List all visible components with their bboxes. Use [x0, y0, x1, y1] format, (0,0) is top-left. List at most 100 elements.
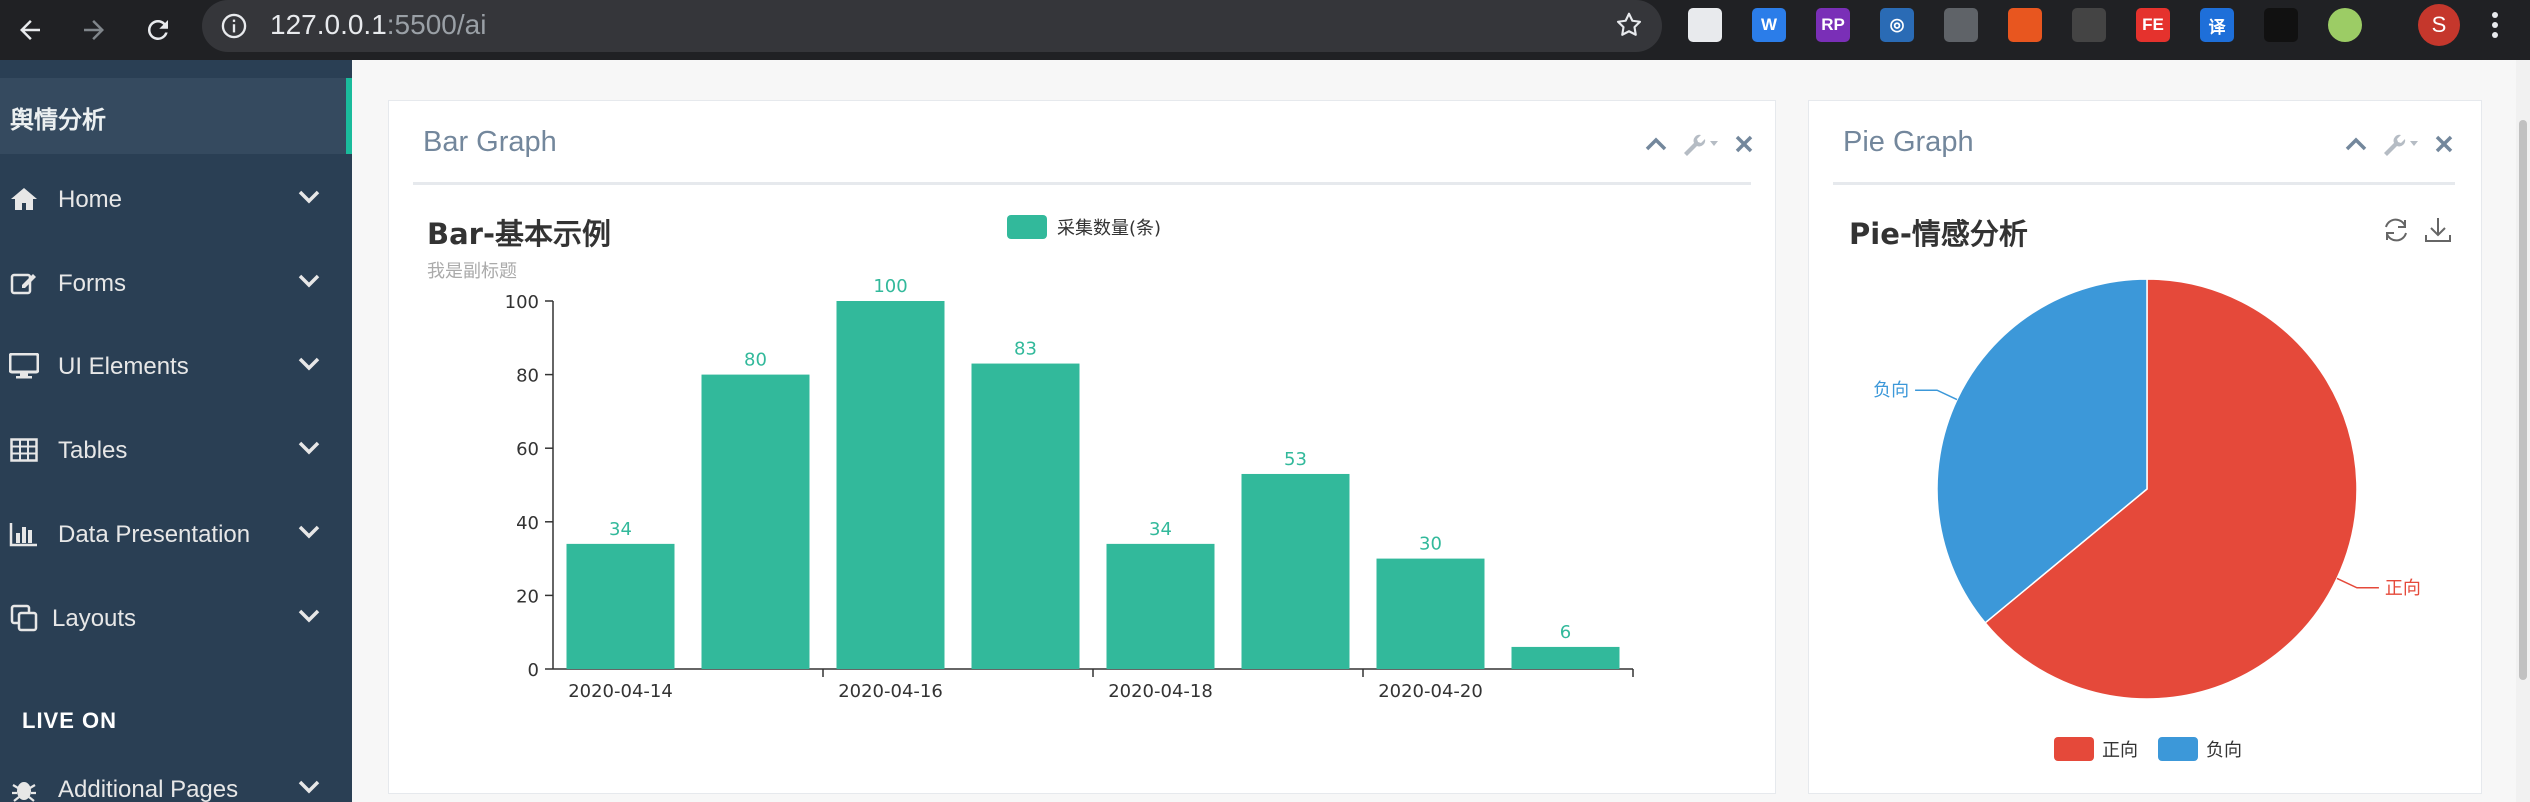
scrollbar-thumb[interactable] — [2519, 120, 2527, 680]
clone-icon — [8, 603, 40, 633]
panel-header: Bar Graph — [413, 101, 1753, 185]
x-tick-label: 2020-04-18 — [1108, 681, 1213, 702]
legend-label: 正向 — [2102, 740, 2138, 761]
sidebar-item-forms[interactable]: Forms — [0, 244, 352, 324]
brand-title: 舆情分析 — [10, 106, 106, 134]
translate-extension-icon[interactable]: 译 — [2200, 8, 2234, 42]
sidebar-brand[interactable]: 舆情分析 — [0, 78, 352, 154]
info-icon[interactable] — [220, 12, 248, 45]
close-icon — [2435, 135, 2453, 153]
back-button[interactable] — [6, 6, 54, 54]
tool-extension-icon[interactable] — [1944, 8, 1978, 42]
main-content: Bar Graph Bar-基本示例 我是副标题 采集数量(条) 0 20 40 60 8… — [352, 60, 2530, 802]
pie-label-line — [1915, 389, 1958, 401]
swirl-extension-icon[interactable] — [2008, 8, 2042, 42]
chart-legend[interactable]: 采集数量(条) — [1007, 215, 1161, 239]
pie-graph-panel: Pie Graph Pie-情感分析 正向 负向 正向 负向 — [1808, 100, 2482, 794]
pie-slice[interactable] — [1984, 278, 2358, 700]
chevron-down-icon — [298, 780, 320, 794]
sidebar-item-label: Layouts — [52, 605, 137, 632]
y-tick-label: 0 — [528, 660, 539, 681]
sidebar: 舆情分析 Home Forms UI Elements Tables Data — [0, 60, 352, 802]
reload-button[interactable] — [134, 6, 182, 54]
close-button[interactable] — [2429, 129, 2459, 159]
bar-chart: 采集数量(条) 0 20 40 60 80 100 2020-04-14 2020-04-16 2… — [505, 215, 1634, 702]
pie-slice-label: 负向 — [1873, 380, 1909, 401]
chevron-down-icon — [298, 274, 320, 288]
camera-extension-icon[interactable]: ◎ — [1880, 8, 1914, 42]
bar[interactable] — [836, 301, 945, 669]
pie-chart: 正向负向正向 负向 — [1873, 278, 2421, 761]
y-tick-label: 80 — [516, 366, 539, 387]
profile-avatar[interactable]: S — [2418, 4, 2460, 46]
sidebar-item-home[interactable]: Home — [0, 160, 352, 240]
chevron-down-icon — [298, 190, 320, 204]
glasses-extension-icon[interactable] — [2264, 8, 2298, 42]
bookmark-star-icon[interactable] — [1614, 10, 1644, 45]
menu-kebab-icon[interactable] — [2490, 8, 2500, 42]
settings-dropdown-button[interactable] — [1679, 129, 1723, 159]
pie-slice[interactable] — [1936, 278, 2148, 624]
sidebar-item-additional-pages[interactable]: Additional Pages — [0, 750, 352, 802]
bar[interactable] — [566, 543, 675, 669]
address-bar[interactable]: 127.0.0.1:5500/ai — [202, 0, 1662, 52]
bar-value-label: 80 — [744, 350, 767, 371]
bar-value-label: 100 — [873, 276, 907, 297]
close-button[interactable] — [1729, 129, 1759, 159]
bar-graph-panel: Bar Graph Bar-基本示例 我是副标题 采集数量(条) 0 20 40 60 8… — [388, 100, 1776, 794]
bug-icon — [8, 774, 40, 802]
bar[interactable] — [971, 363, 1080, 669]
restore-button[interactable] — [2381, 215, 2411, 245]
sidebar-item-label: Additional Pages — [58, 776, 239, 802]
sidebar-item-ui-elements[interactable]: UI Elements — [0, 327, 352, 407]
bar[interactable] — [1511, 646, 1620, 669]
y-tick-label: 100 — [505, 292, 539, 313]
wrench-icon — [1684, 134, 1718, 156]
bar[interactable] — [1376, 558, 1485, 669]
chevron-down-icon — [298, 525, 320, 539]
pie-slice-label: 正向 — [2385, 578, 2421, 599]
forward-button[interactable] — [70, 6, 118, 54]
sidebar-item-label: Home — [58, 186, 123, 213]
legend-label: 负向 — [2206, 740, 2242, 761]
green-dot-extension-icon[interactable] — [2328, 8, 2362, 42]
w-extension-icon[interactable]: W — [1752, 8, 1786, 42]
settings-dropdown-button[interactable] — [2379, 129, 2423, 159]
sidebar-section-title: LIVE ON — [22, 708, 118, 733]
browser-toolbar: 127.0.0.1:5500/ai W RP ◎ FE 译 S — [0, 0, 2530, 60]
legend-swatch — [1007, 215, 1047, 239]
close-icon — [1735, 135, 1753, 153]
docs-extension-icon[interactable] — [1688, 8, 1722, 42]
legend-swatch — [2158, 737, 2198, 761]
x-tick-label: 2020-04-16 — [838, 681, 943, 702]
reload-icon — [147, 19, 168, 40]
sidebar-item-data-presentation[interactable]: Data Presentation — [0, 495, 352, 575]
fe-extension-icon[interactable]: FE — [2136, 8, 2170, 42]
collapse-button[interactable] — [2341, 129, 2371, 159]
pie-label-line — [2336, 577, 2379, 589]
collapse-button[interactable] — [1641, 129, 1671, 159]
x-tick-label: 2020-04-14 — [568, 681, 673, 702]
panel-title: Bar Graph — [423, 126, 557, 158]
eraser-extension-icon[interactable] — [2072, 8, 2106, 42]
chart-title: Bar-基本示例 — [427, 217, 612, 251]
bar[interactable] — [701, 374, 810, 669]
bar[interactable] — [1106, 543, 1215, 669]
sidebar-item-label: Data Presentation — [58, 521, 251, 548]
bar-value-label: 53 — [1284, 449, 1307, 470]
chevron-down-icon — [298, 357, 320, 371]
save-image-button[interactable] — [2423, 215, 2453, 245]
wrench-icon — [2384, 134, 2418, 156]
chevron-down-icon — [298, 609, 320, 623]
sidebar-item-label: UI Elements — [58, 353, 189, 380]
refresh-icon — [2385, 218, 2407, 242]
chart-legend[interactable]: 正向 负向 — [2054, 737, 2242, 761]
bar[interactable] — [1241, 473, 1350, 669]
table-icon — [8, 435, 40, 465]
arrow-right-icon — [84, 20, 104, 40]
sidebar-item-layouts[interactable]: Layouts — [0, 579, 352, 659]
axure-rp-extension-icon[interactable]: RP — [1816, 8, 1850, 42]
url-text[interactable]: 127.0.0.1:5500/ai — [270, 9, 486, 41]
bar-value-label: 83 — [1014, 339, 1037, 360]
sidebar-item-tables[interactable]: Tables — [0, 411, 352, 491]
